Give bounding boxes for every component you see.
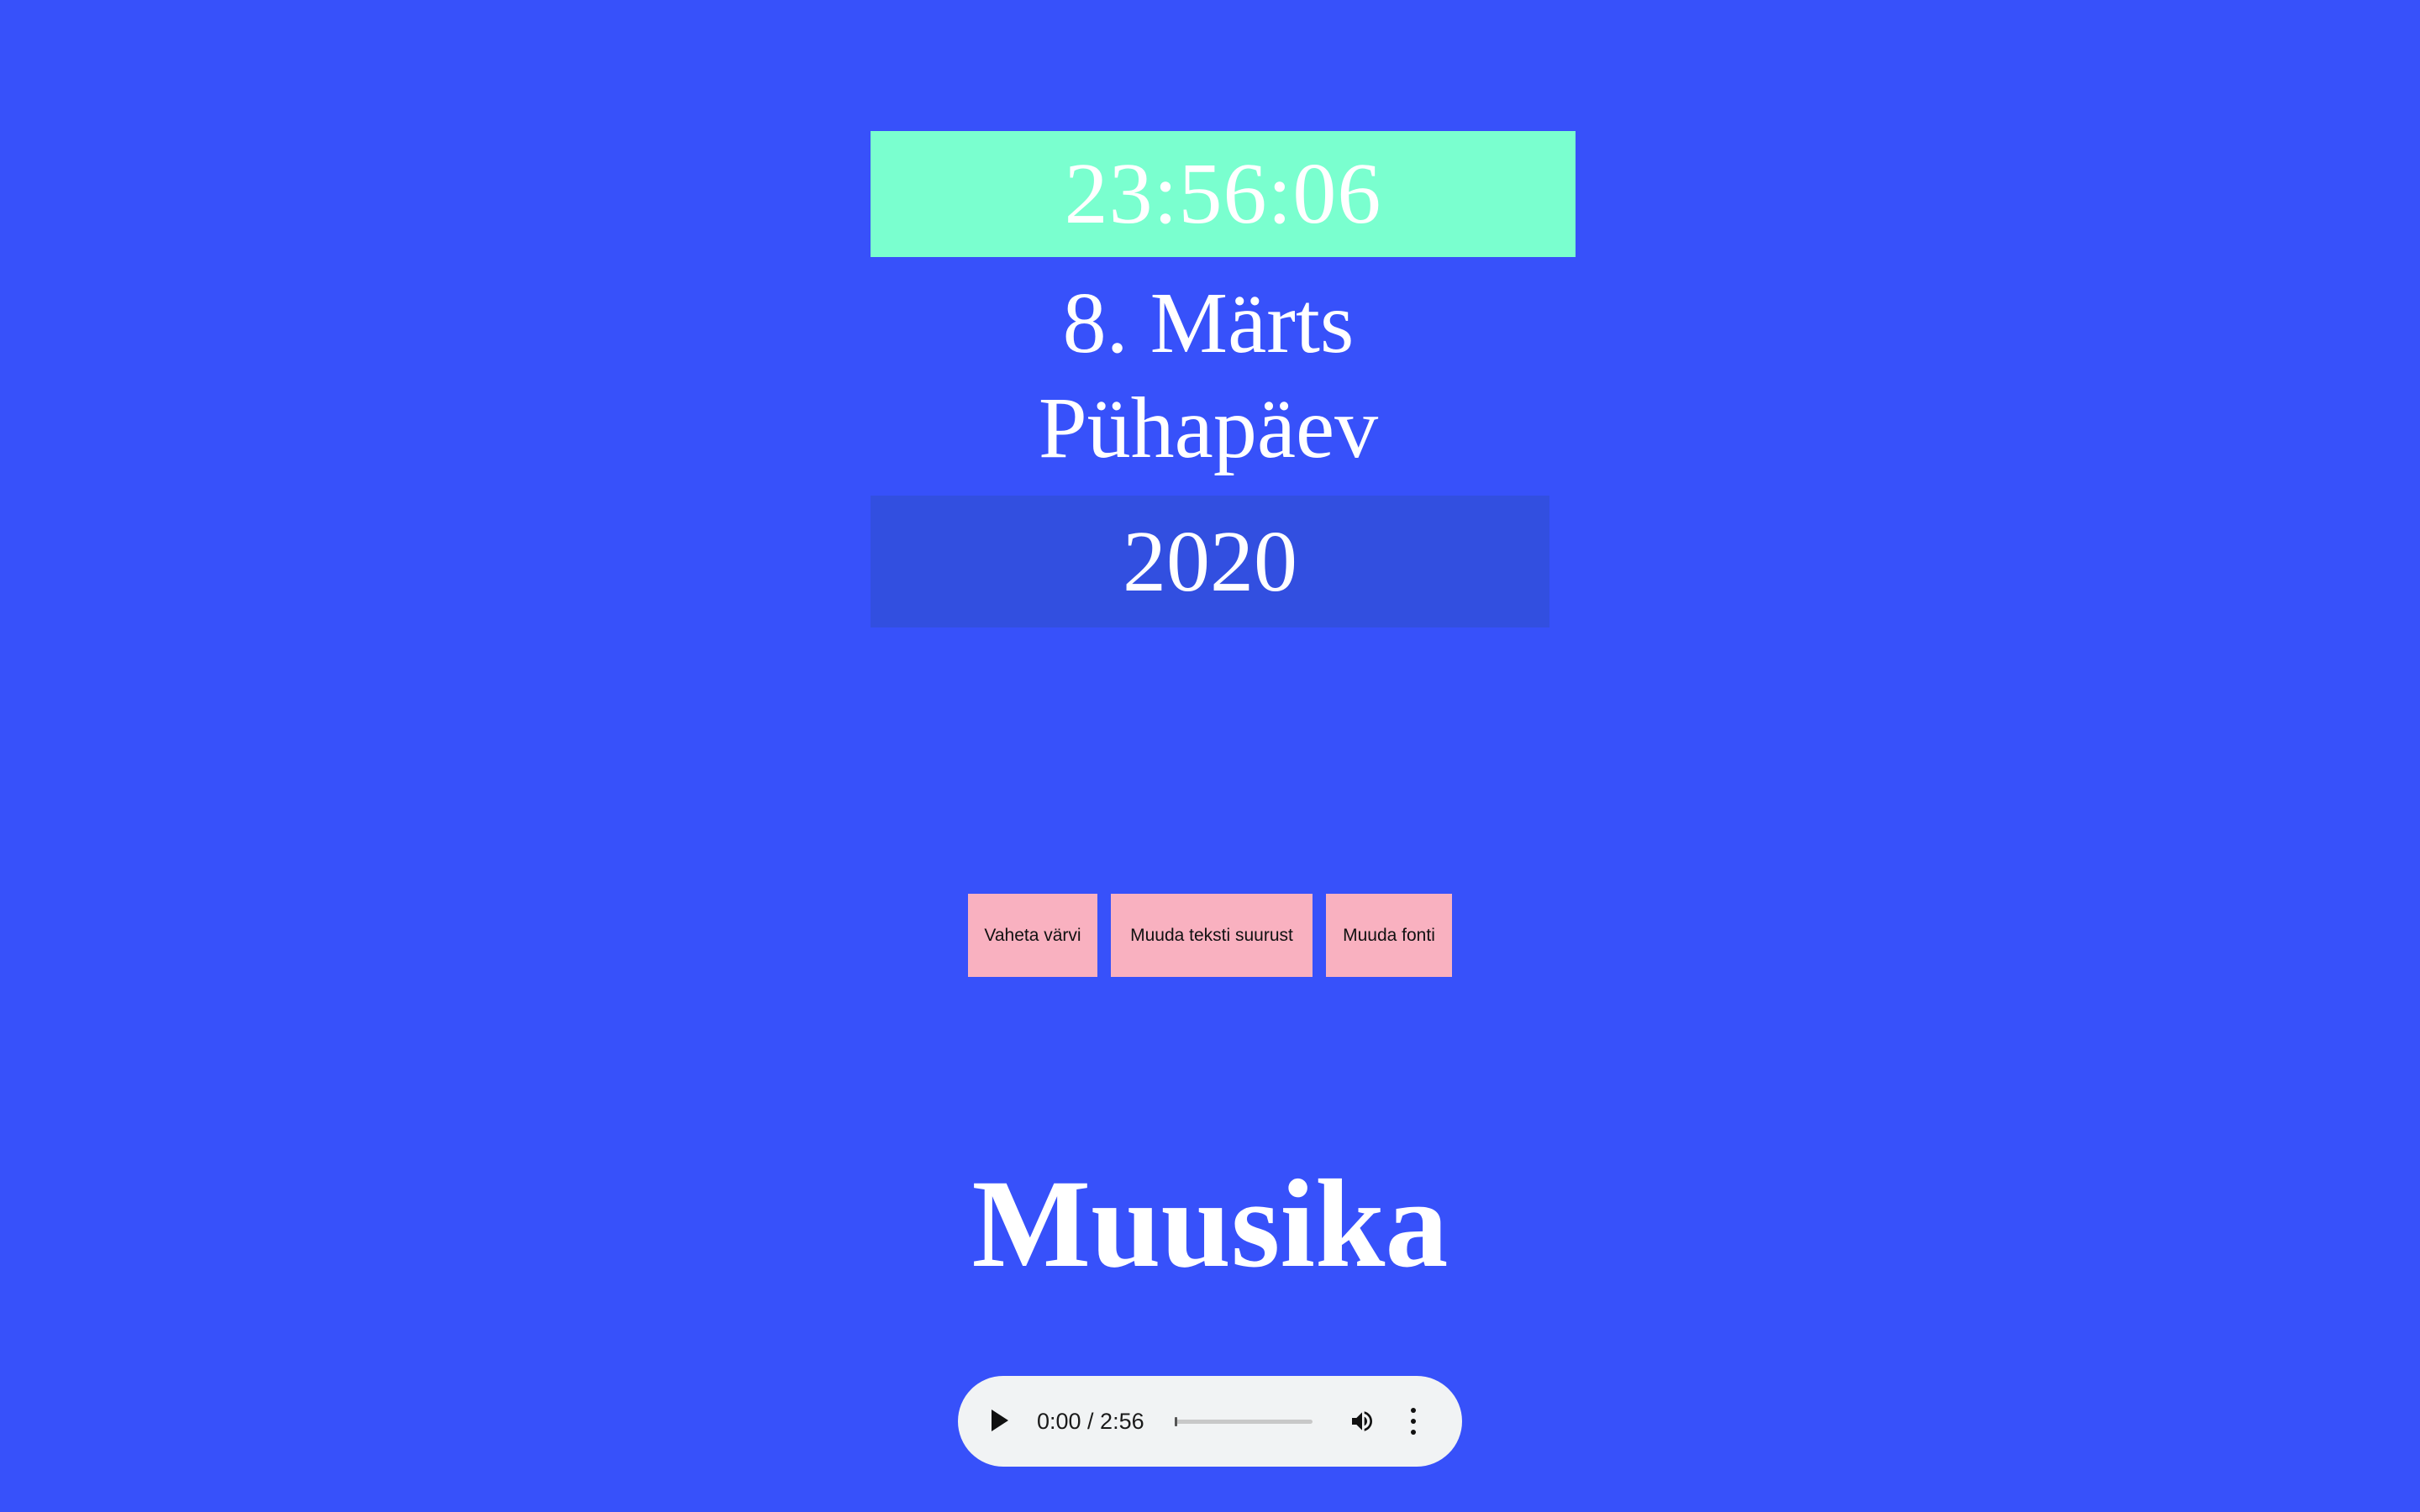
music-heading: Muusika [971,1154,1449,1294]
date-weekday: Pühapäev [1038,380,1379,476]
audio-progress-bar[interactable] [1175,1417,1313,1426]
more-vert-icon[interactable] [1408,1408,1418,1435]
change-text-size-button[interactable]: Muuda teksti suurust [1111,894,1313,977]
controls-row: Vaheta värvi Muuda teksti suurust Muuda … [0,894,2420,977]
audio-time: 0:00 / 2:56 [1037,1409,1144,1434]
play-icon[interactable] [992,1410,1008,1431]
menu-dot [1411,1408,1416,1413]
audio-player[interactable]: 0:00 / 2:56 [958,1376,1462,1467]
change-font-button[interactable]: Muuda fonti [1326,894,1452,977]
date-day-month: 8. Märts [1062,275,1355,371]
volume-icon[interactable] [1348,1408,1376,1435]
clock-display: 23:56:06 [871,131,1576,257]
change-color-button[interactable]: Vaheta värvi [968,894,1097,977]
audio-progress-thumb[interactable] [1175,1417,1177,1426]
year-display: 2020 [871,496,1549,627]
year-text: 2020 [1123,512,1297,610]
menu-dot [1411,1419,1416,1424]
menu-dot [1411,1430,1416,1435]
clock-time: 23:56:06 [1064,145,1382,242]
